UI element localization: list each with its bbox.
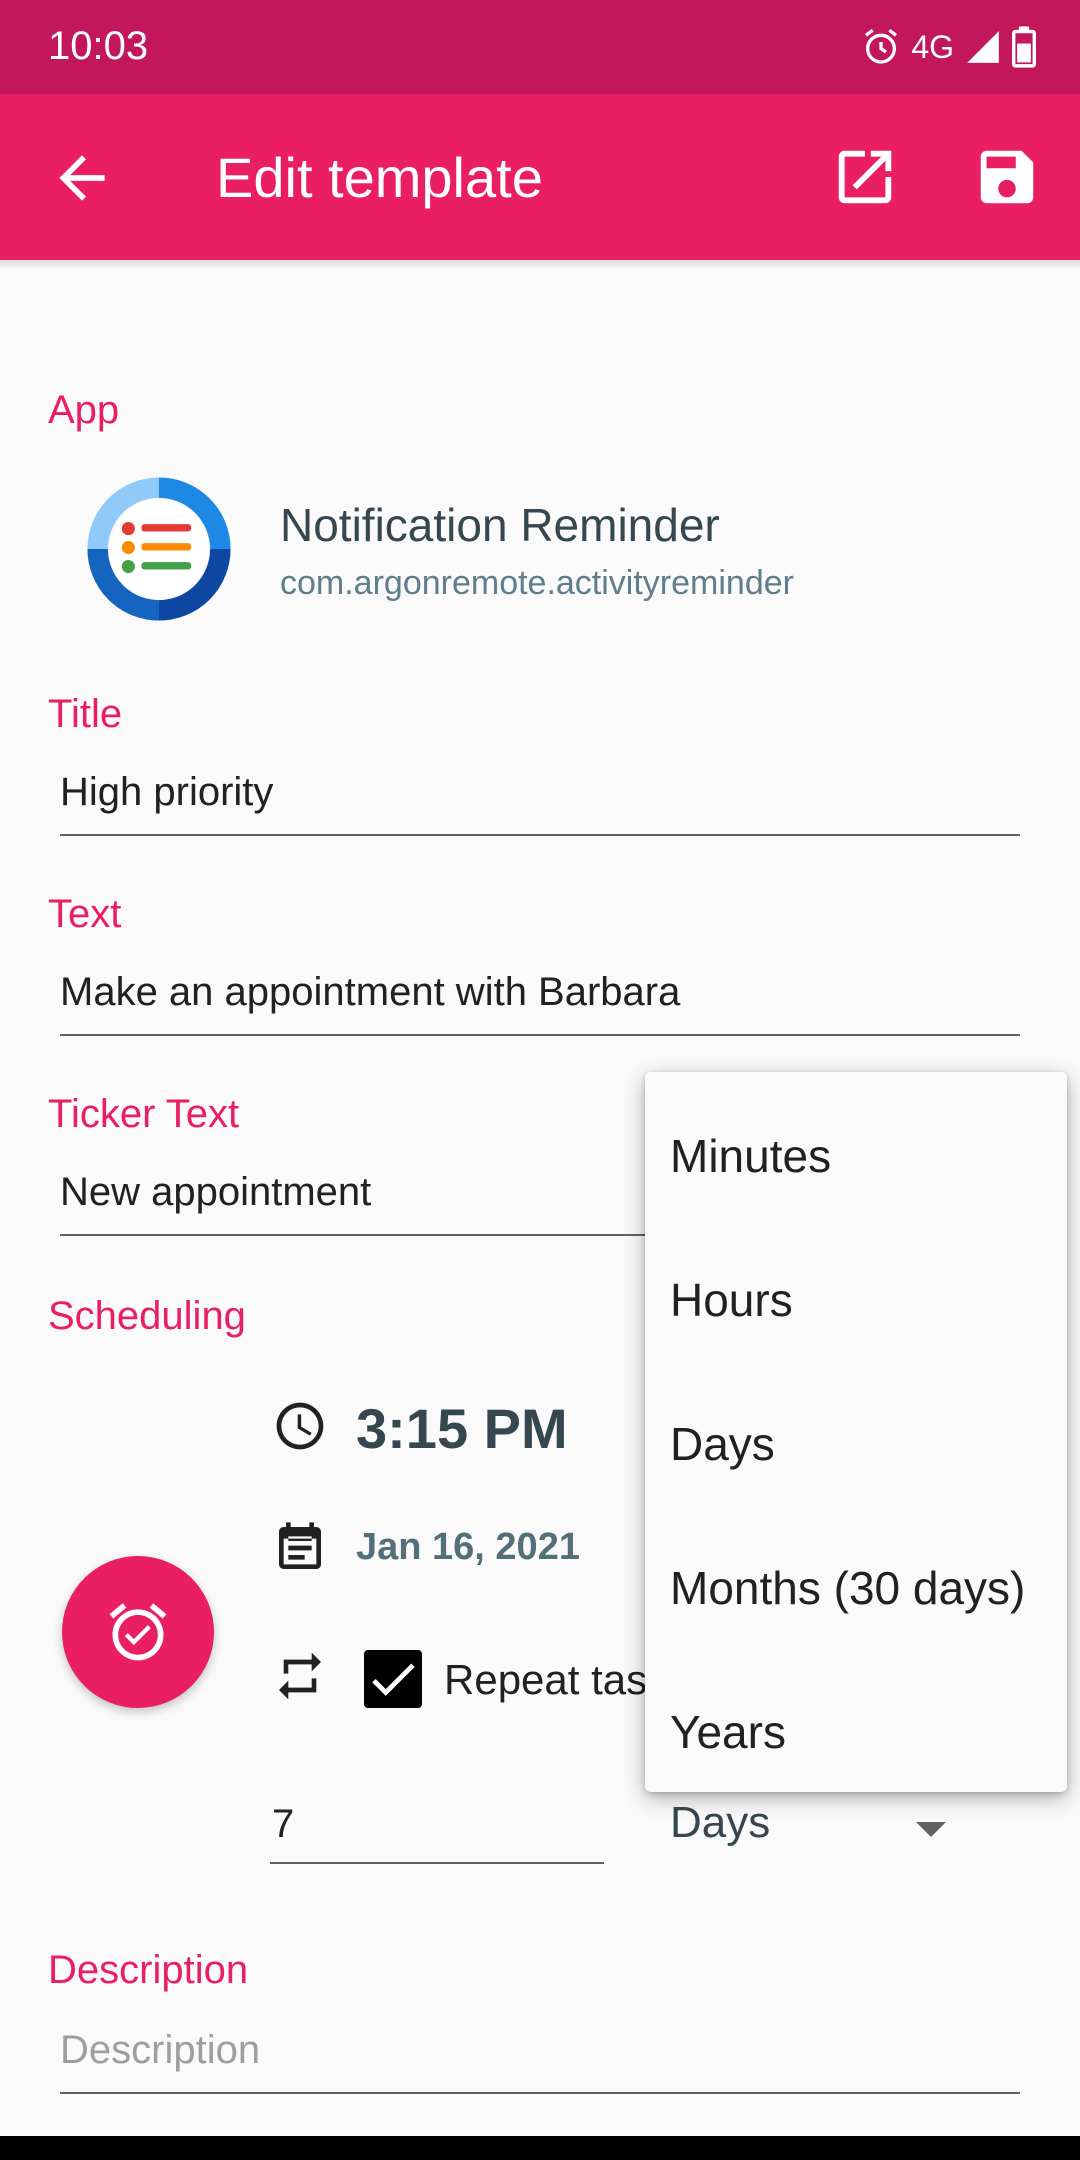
clock-icon (276, 1402, 324, 1450)
description-label: Description (48, 1948, 249, 1992)
scheduled-date[interactable]: Jan 16, 2021 (356, 1526, 580, 1569)
arrow-back-icon (59, 155, 105, 201)
status-bar: 10:03 4G (0, 0, 1080, 94)
status-time: 10:03 (48, 24, 149, 68)
text-input-value: Make an appointment with Barbara (60, 970, 681, 1014)
dropdown-option-days[interactable]: Days (645, 1372, 1067, 1516)
app-bar-shadow (0, 260, 1080, 270)
ticker-text-value: New appointment (60, 1170, 372, 1214)
scheduling-label: Scheduling (48, 1294, 246, 1338)
save-button[interactable] (972, 142, 1042, 212)
dropdown-option-minutes[interactable]: Minutes (645, 1084, 1067, 1228)
schedule-fab[interactable] (62, 1556, 214, 1708)
app-bar: Edit template (0, 94, 1080, 260)
unit-dropdown-menu: Minutes Hours Days Months (30 days) Year… (645, 1072, 1067, 1792)
dropdown-option-years[interactable]: Years (645, 1660, 1067, 1804)
battery-icon (1012, 26, 1036, 68)
repeat-unit-select[interactable]: Days (640, 1796, 970, 1864)
description-placeholder: Description (60, 2028, 261, 2072)
app-logo (87, 477, 231, 621)
description-input[interactable]: Description (60, 2020, 1020, 2094)
save-icon (980, 150, 1034, 204)
open-app-button[interactable] (830, 142, 900, 212)
page-title: Edit template (216, 146, 543, 209)
network-type-label: 4G (911, 28, 954, 65)
repeat-icon (279, 1652, 321, 1700)
alarm-check-icon (109, 1603, 167, 1661)
scheduled-time[interactable]: 3:15 PM (356, 1396, 568, 1461)
repeat-task-label: Repeat tas (444, 1656, 648, 1703)
checkmark-icon (372, 1663, 415, 1696)
text-label: Text (48, 892, 122, 936)
system-nav-bar (0, 2136, 1080, 2160)
repeat-interval-input[interactable]: 7 (270, 1796, 604, 1864)
signal-icon (967, 31, 999, 63)
repeat-task-checkbox[interactable] (364, 1650, 422, 1708)
app-section-label: App (48, 388, 120, 432)
dropdown-option-hours[interactable]: Hours (645, 1228, 1067, 1372)
open-in-new-icon (838, 150, 892, 204)
back-button[interactable] (48, 144, 116, 212)
app-name: Notification Reminder (280, 499, 720, 551)
text-input[interactable]: Make an appointment with Barbara (60, 962, 1020, 1036)
dropdown-option-months[interactable]: Months (30 days) (645, 1516, 1067, 1660)
repeat-unit-value: Days (670, 1798, 771, 1847)
calendar-icon (279, 1522, 321, 1569)
title-input[interactable]: High priority (60, 762, 1020, 836)
alarm-icon (865, 29, 898, 64)
repeat-interval-value: 7 (272, 1802, 295, 1846)
app-package-name: com.argonremote.activityreminder (280, 564, 794, 602)
dropdown-arrow-icon (916, 1822, 946, 1837)
title-label: Title (48, 692, 123, 736)
status-icons: 4G (861, 22, 1036, 72)
title-input-value: High priority (60, 770, 274, 814)
ticker-text-label: Ticker Text (48, 1092, 240, 1136)
